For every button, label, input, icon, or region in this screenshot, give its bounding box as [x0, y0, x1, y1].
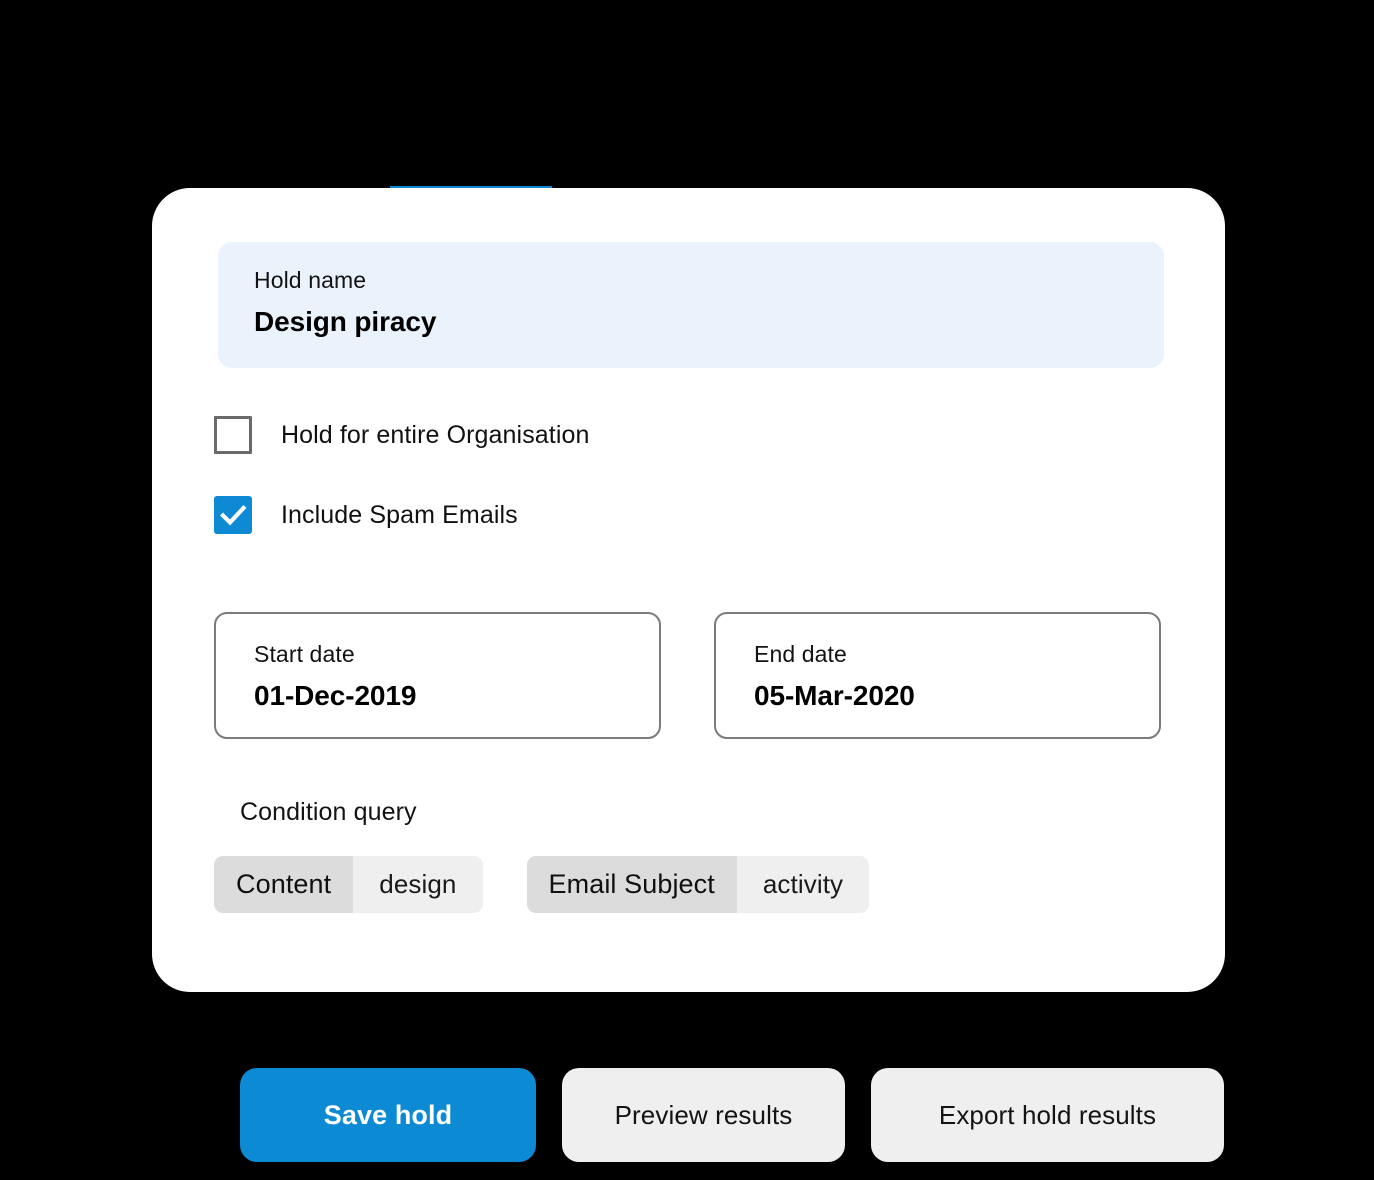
- preview-results-button[interactable]: Preview results: [562, 1068, 845, 1162]
- export-hold-results-button[interactable]: Export hold results: [871, 1068, 1224, 1162]
- condition-chip-key: Content: [214, 856, 354, 913]
- hold-name-field[interactable]: Hold name Design piracy: [218, 242, 1164, 368]
- start-date-value: 01-Dec-2019: [254, 679, 417, 711]
- condition-chip-value: design: [353, 856, 483, 913]
- condition-chip[interactable]: Content design: [214, 856, 483, 913]
- end-date-field[interactable]: End date 05-Mar-2020: [714, 612, 1161, 739]
- action-button-bar: Save hold Preview results Export hold re…: [240, 1068, 1224, 1162]
- condition-chip-key: Email Subject: [526, 856, 737, 913]
- save-hold-button[interactable]: Save hold: [240, 1068, 536, 1162]
- checkbox-checked-icon[interactable]: [214, 496, 252, 534]
- hold-detail-card: Hold name Design piracy Hold for entire …: [152, 188, 1225, 992]
- end-date-value: 05-Mar-2020: [754, 679, 915, 711]
- condition-query-label: Condition query: [240, 798, 417, 826]
- hold-name-label: Hold name: [254, 267, 367, 293]
- start-date-label: Start date: [254, 641, 355, 667]
- condition-chip-value: activity: [736, 856, 870, 913]
- hold-name-value: Design piracy: [254, 305, 437, 337]
- condition-query-chips: Content design Email Subject activity: [214, 856, 870, 913]
- checkbox-label-hold-for-entire-organisation: Hold for entire Organisation: [281, 420, 590, 449]
- checkbox-label-include-spam-emails: Include Spam Emails: [281, 500, 518, 529]
- start-date-field[interactable]: Start date 01-Dec-2019: [214, 612, 661, 739]
- checkbox-row-hold-for-entire-organisation[interactable]: Hold for entire Organisation: [214, 416, 590, 454]
- condition-chip[interactable]: Email Subject activity: [526, 856, 870, 913]
- checkbox-unchecked-icon[interactable]: [214, 416, 252, 454]
- checkbox-row-include-spam-emails[interactable]: Include Spam Emails: [214, 496, 518, 534]
- end-date-label: End date: [754, 641, 847, 667]
